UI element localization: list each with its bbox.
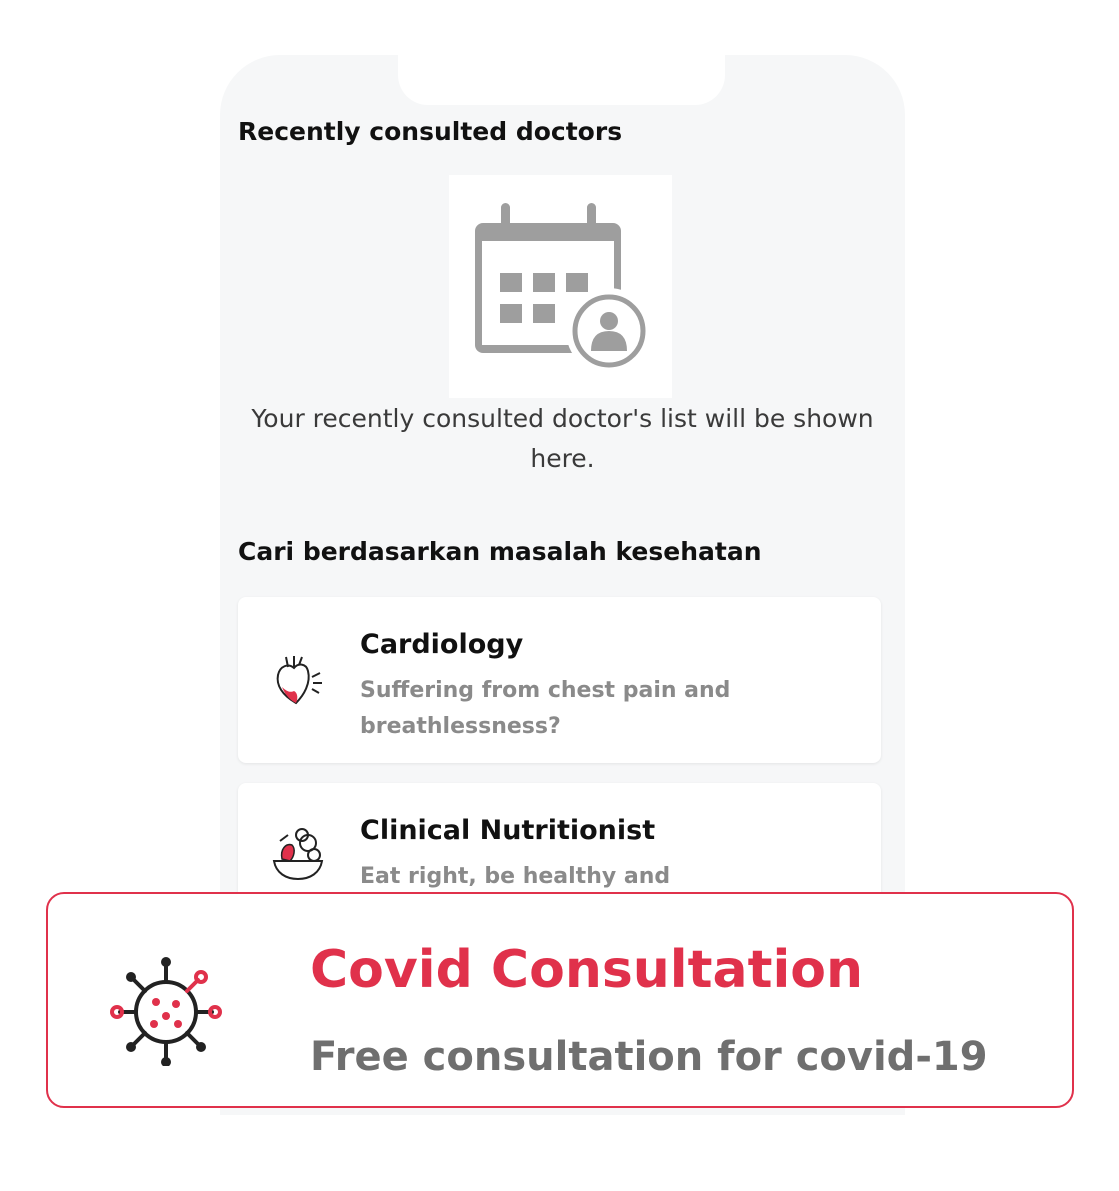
covid-consultation-banner[interactable]: Covid Consultation Free consultation for… <box>46 892 1074 1108</box>
nutrition-bowl-icon <box>268 823 328 883</box>
category-title: Cardiology <box>360 629 524 660</box>
covid-subtitle: Free consultation for covid-19 <box>310 1034 988 1080</box>
category-title: Clinical Nutritionist <box>360 815 656 846</box>
covid-title: Covid Consultation <box>310 940 864 1000</box>
search-by-problem-title: Cari berdasarkan masalah kesehatan <box>238 537 762 566</box>
empty-state-message: Your recently consulted doctor's list wi… <box>251 404 874 473</box>
phone-notch <box>398 55 725 105</box>
recent-doctors-title: Recently consulted doctors <box>238 117 623 146</box>
virus-icon <box>110 954 222 1067</box>
category-card-cardiology[interactable]: Cardiology Suffering from chest pain and… <box>238 597 881 763</box>
calendar-doctor-icon <box>449 175 672 398</box>
category-description: Suffering from chest pain and breathless… <box>360 678 731 739</box>
heart-icon <box>268 653 328 713</box>
